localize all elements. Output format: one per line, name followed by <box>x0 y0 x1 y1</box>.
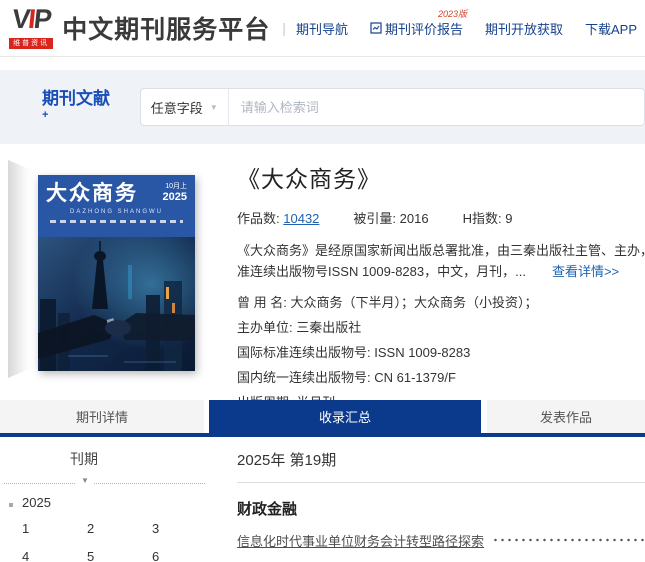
tab-published-works[interactable]: 发表作品 <box>487 400 645 433</box>
journal-detail: 《大众商务》 作品数: 10432 被引量: 2016 H指数: 9 《大众商务… <box>195 160 645 400</box>
stat-h-index: H指数: 9 <box>463 208 513 227</box>
description-line-2: 准连续出版物号ISSN 1009-8283，中文，月刊，...查看详情>> <box>237 261 645 282</box>
report-icon <box>370 22 382 34</box>
journal-cover[interactable]: 大众商务 10月上 2025 DAZHONG SHANGWU <box>8 160 195 378</box>
cover-issue-year: 2025 <box>163 193 187 202</box>
plus-sup-icon: + <box>42 109 48 121</box>
issue-3[interactable]: 3 <box>152 521 217 549</box>
vip-logo[interactable]: VIP 维普资讯 <box>8 6 54 50</box>
search-band: 期刊文献+ 任意字段 ▼ <box>0 70 645 144</box>
journal-description: 《大众商务》是经原国家新闻出版总署批准，由三秦出版社主管、主办，陕西大众商务杂 … <box>237 240 645 282</box>
nav-download-app[interactable]: 下载APP <box>585 19 637 38</box>
journal-stats: 作品数: 10432 被引量: 2016 H指数: 9 <box>237 208 645 227</box>
header-divider: | <box>282 20 286 36</box>
dotted-leader <box>492 533 645 547</box>
year-2025[interactable]: 2025 <box>22 495 51 510</box>
platform-title: 中文期刊服务平台 <box>62 10 270 46</box>
cover-fine-print <box>50 220 183 223</box>
tab-content: 刊期 ▼ 2025 1 2 3 4 5 6 2025年 第19期 财政金融 信息… <box>0 437 645 562</box>
toc-panel: 2025年 第19期 财政金融 信息化时代事业单位财务会计转型路径探索 关于事业… <box>237 437 645 562</box>
issue-number-grid: 1 2 3 4 5 6 <box>22 521 217 562</box>
nav-open-access[interactable]: 期刊开放获取 <box>485 19 563 38</box>
stat-citations: 被引量: 2016 <box>353 208 428 227</box>
field-former-name: 曾 用 名: 大众商务（下半月）；大众商务（小投资）； <box>237 292 645 311</box>
cover-front: 大众商务 10月上 2025 DAZHONG SHANGWU <box>38 175 195 371</box>
cover-header: 大众商务 10月上 2025 DAZHONG SHANGWU <box>38 175 195 237</box>
search-scope-label[interactable]: 期刊文献+ <box>42 84 116 130</box>
article-link-1[interactable]: 信息化时代事业单位财务会计转型路径探索 <box>237 531 484 550</box>
issue-timeline-title: 刊期 <box>70 449 98 469</box>
issue-6[interactable]: 6 <box>152 549 217 562</box>
year-bullet-icon <box>9 503 13 507</box>
cover-photo <box>38 237 195 371</box>
journal-section: 大众商务 10月上 2025 DAZHONG SHANGWU <box>0 144 645 400</box>
journal-title: 《大众商务》 <box>237 160 645 194</box>
toc-issue-title: 2025年 第19期 <box>237 449 645 470</box>
issue-4[interactable]: 4 <box>22 549 87 562</box>
view-details-link[interactable]: 查看详情>> <box>552 264 619 279</box>
vip-logo-text: VIP <box>7 6 56 32</box>
nav-journal-navigation[interactable]: 期刊导航 <box>296 19 348 38</box>
search-input[interactable] <box>229 100 644 115</box>
cover-pinyin: DAZHONG SHANGWU <box>46 209 187 215</box>
field-cn: 国内统一连续出版物号: CN 61-1379/F <box>237 367 645 386</box>
toc-category: 财政金融 <box>237 498 645 519</box>
timeline-dotted-line <box>4 483 205 484</box>
issue-5[interactable]: 5 <box>87 549 152 562</box>
vip-logo-subtext: 维普资讯 <box>9 38 53 49</box>
issue-2[interactable]: 2 <box>87 521 152 549</box>
nav-evaluation-report-label: 期刊评价报告 <box>385 19 463 38</box>
tab-bar: 期刊详情 收录汇总 发表作品 <box>0 400 645 437</box>
triangle-down-icon[interactable]: ▼ <box>76 476 94 485</box>
field-sponsor: 主办单位: 三秦出版社 <box>237 317 645 336</box>
journal-fields: 曾 用 名: 大众商务（下半月）；大众商务（小投资）； 主办单位: 三秦出版社 … <box>237 292 645 411</box>
nav-evaluation-report[interactable]: 期刊评价报告 2023版 <box>370 19 463 38</box>
works-count-link[interactable]: 10432 <box>283 211 319 226</box>
header-nav: 期刊导航 期刊评价报告 2023版 期刊开放获取 下载APP <box>296 19 637 38</box>
version-badge: 2023版 <box>438 7 467 20</box>
cover-issue-month: 10月上 <box>163 182 187 191</box>
tab-journal-details[interactable]: 期刊详情 <box>0 400 204 433</box>
description-line-1: 《大众商务》是经原国家新闻出版总署批准，由三秦出版社主管、主办，陕西大众商务杂 <box>237 240 645 261</box>
search-box: 任意字段 ▼ <box>140 88 645 126</box>
search-field-value: 任意字段 <box>151 98 203 117</box>
search-field-select[interactable]: 任意字段 ▼ <box>141 89 229 125</box>
cover-title: 大众商务 <box>46 182 138 206</box>
top-header: VIP 维普资讯 中文期刊服务平台 | 期刊导航 期刊评价报告 2023版 期刊… <box>0 0 645 57</box>
chevron-down-icon: ▼ <box>210 103 218 112</box>
tab-inclusion-summary[interactable]: 收录汇总 <box>209 400 481 433</box>
stat-works: 作品数: 10432 <box>237 208 319 227</box>
issue-timeline-panel: 刊期 ▼ 2025 1 2 3 4 5 6 <box>0 437 237 562</box>
issue-1[interactable]: 1 <box>22 521 87 549</box>
toc-divider <box>237 482 645 483</box>
toc-article-row: 信息化时代事业单位财务会计转型路径探索 <box>237 531 645 549</box>
field-issn: 国际标准连续出版物号: ISSN 1009-8283 <box>237 342 645 361</box>
